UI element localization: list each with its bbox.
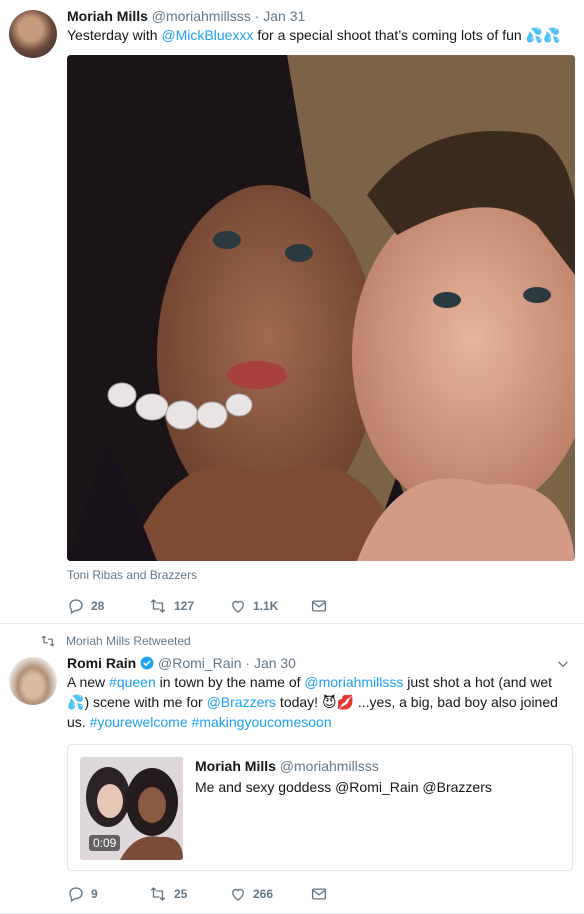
like-count: 1.1K [253, 599, 279, 613]
text-segment: ) scene with me for [84, 694, 207, 710]
user-handle[interactable]: @Romi_Rain [158, 655, 241, 671]
mention-link[interactable]: @Brazzers [207, 694, 276, 710]
tweet-header: Romi Rain @Romi_Rain · Jan 30 [67, 654, 296, 672]
dm-button[interactable] [310, 597, 391, 615]
tweet[interactable]: Moriah Mills Retweeted Romi Rain @Romi_R… [0, 625, 584, 914]
timestamp[interactable]: Jan 31 [263, 8, 305, 24]
tweet-header: Moriah Mills @moriahmillsss · Jan 31 [67, 7, 305, 25]
verified-badge-icon [140, 656, 154, 670]
emoji: 💦 [67, 694, 85, 710]
avatar[interactable] [9, 657, 57, 705]
retweet-icon [41, 635, 55, 647]
like-button[interactable]: 1.1K [229, 597, 310, 615]
retweet-count: 25 [174, 887, 188, 901]
separator: · [254, 8, 260, 24]
like-button[interactable]: 266 [229, 885, 310, 903]
dm-icon [311, 600, 327, 612]
text-segment: in town by the name of [155, 674, 305, 690]
mention-link[interactable]: @MickBluexxx [161, 27, 253, 43]
retweet-context-text[interactable]: Moriah Mills Retweeted [66, 634, 191, 648]
chevron-down-icon[interactable] [556, 657, 570, 671]
quoted-tweet-header: Moriah Mills @moriahmillsss [195, 758, 379, 774]
text-segment: A new [67, 674, 110, 690]
tweet-photo[interactable] [67, 55, 575, 561]
emoji: 😈💋 [321, 694, 354, 710]
like-count: 266 [253, 887, 274, 901]
quoted-display-name: Moriah Mills [195, 758, 276, 774]
tweet-text: A new #queen in town by the name of @mor… [67, 672, 572, 732]
retweet-icon [150, 887, 166, 901]
retweet-button[interactable]: 25 [148, 885, 229, 903]
dm-button[interactable] [310, 885, 391, 903]
reply-button[interactable]: 28 [67, 597, 148, 615]
emoji: 💦💦 [525, 27, 561, 43]
display-name[interactable]: Moriah Mills [67, 8, 148, 24]
reply-count: 9 [91, 887, 98, 901]
mention-link[interactable]: @moriahmillsss [304, 674, 403, 690]
retweet-context: Moriah Mills Retweeted [40, 634, 191, 648]
text-segment: Yesterday with [67, 27, 162, 43]
hashtag-link[interactable]: #makingyoucomesoon [192, 714, 332, 730]
user-handle[interactable]: @moriahmillsss [152, 8, 251, 24]
media-caption[interactable]: Toni Ribas and Brazzers [67, 568, 197, 582]
like-icon [232, 600, 244, 613]
reply-button[interactable]: 9 [67, 885, 148, 903]
tweet-actions: 9 25 266 [67, 884, 391, 904]
hashtag-link[interactable]: #yourewelcome [90, 714, 188, 730]
quoted-tweet[interactable]: 0:09 Moriah Mills @moriahmillsss Me and … [67, 744, 573, 871]
tweet-actions: 28 127 1.1K [67, 596, 391, 616]
dm-icon [311, 888, 327, 900]
retweet-button[interactable]: 127 [148, 597, 229, 615]
video-duration: 0:09 [89, 835, 121, 851]
reply-icon [69, 887, 83, 902]
reply-icon [69, 599, 83, 614]
timestamp[interactable]: Jan 30 [254, 655, 296, 671]
like-icon [232, 888, 244, 901]
display-name[interactable]: Romi Rain [67, 655, 136, 671]
photo-image [67, 55, 575, 561]
tweet-text: Yesterday with @MickBluexxx for a specia… [67, 25, 572, 45]
avatar[interactable] [9, 10, 57, 58]
video-thumbnail[interactable]: 0:09 [80, 757, 183, 860]
separator: · [245, 655, 251, 671]
text-segment: today! [276, 694, 322, 710]
retweet-count: 127 [174, 599, 195, 613]
text-segment: for a special shoot that’s coming lots o… [253, 27, 526, 43]
retweet-icon [150, 599, 166, 613]
quoted-user-handle: @moriahmillsss [279, 758, 379, 774]
tweet[interactable]: Moriah Mills @moriahmillsss · Jan 31 Yes… [0, 0, 584, 624]
text-segment: just shot a hot (and wet [403, 674, 553, 690]
hashtag-link[interactable]: #queen [109, 674, 156, 690]
reply-count: 28 [91, 599, 105, 613]
quoted-tweet-text: Me and sexy goddess @Romi_Rain @Brazzers [195, 779, 492, 795]
